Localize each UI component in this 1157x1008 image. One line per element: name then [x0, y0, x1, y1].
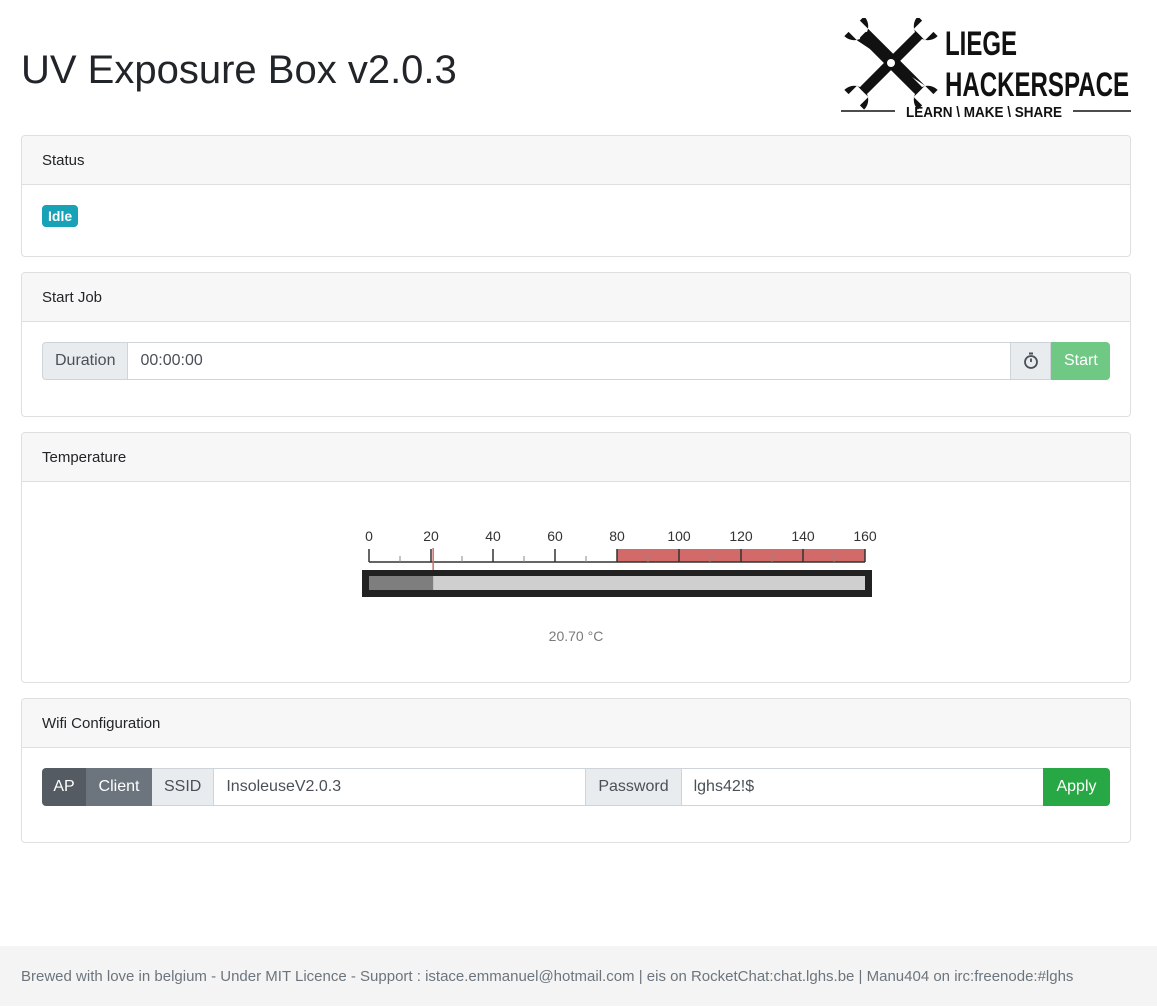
status-body: Idle: [22, 185, 1130, 247]
tick-label: 140: [791, 528, 815, 544]
tick-label: 80: [609, 528, 625, 544]
mode-ap-button[interactable]: AP: [42, 768, 86, 806]
tick-label: 0: [365, 528, 373, 544]
tick-label: 20: [423, 528, 439, 544]
stopwatch-icon: [1023, 352, 1038, 369]
timer-button[interactable]: [1010, 342, 1051, 380]
ssid-input[interactable]: [214, 768, 587, 806]
wifi-header: Wifi Configuration: [22, 699, 1130, 748]
hackerspace-logo: LIEGE HACKERSPACE LEARN \ MAKE \ SHARE: [841, 18, 1131, 121]
status-header: Status: [22, 136, 1130, 185]
bar-fill: [369, 576, 434, 590]
temperature-readout: 20.70 °C: [548, 628, 604, 644]
wifi-body: AP Client SSID Password Apply: [22, 748, 1130, 826]
logo-line2: HACKERSPACE: [945, 66, 1129, 104]
password-label: Password: [586, 768, 682, 806]
logo-line1: LIEGE: [945, 25, 1017, 63]
page-footer: Brewed with love in belgium - Under MIT …: [0, 946, 1157, 1006]
duration-label: Duration: [42, 342, 129, 380]
password-input[interactable]: [681, 768, 1043, 806]
duration-input[interactable]: [128, 342, 1010, 380]
start-job-header: Start Job: [22, 273, 1130, 322]
mode-client-button[interactable]: Client: [86, 768, 152, 806]
tools-icon: [844, 18, 938, 110]
page-header: UV Exposure Box v2.0.3 LIEGE HACKERSPACE: [21, 0, 1131, 135]
start-button[interactable]: Start: [1051, 342, 1110, 380]
status-badge: Idle: [42, 205, 79, 227]
ssid-label: SSID: [152, 768, 215, 806]
tick-label: 100: [667, 528, 691, 544]
status-card: Status Idle: [21, 135, 1131, 257]
wifi-card: Wifi Configuration AP Client SSID Passwo…: [21, 698, 1131, 843]
apply-button[interactable]: Apply: [1043, 768, 1110, 806]
start-job-card: Start Job Duration Start: [21, 272, 1131, 417]
tick-label: 120: [729, 528, 753, 544]
temperature-body: 0 20 40 60 80 100 120 140 160 20.70 °C: [22, 482, 1130, 682]
main-container: UV Exposure Box v2.0.3 LIEGE HACKERSPACE: [21, 0, 1131, 843]
temperature-gauge: 0 20 40 60 80 100 120 140 160: [362, 528, 877, 597]
page-title: UV Exposure Box v2.0.3: [21, 48, 457, 92]
tick-label: 160: [853, 528, 877, 544]
start-job-body: Duration Start: [22, 322, 1130, 400]
temperature-card: Temperature 0 20 40 60 80 100 120 140 160 20.70 …: [21, 432, 1131, 683]
temperature-header: Temperature: [22, 433, 1130, 482]
logo-tagline: LEARN \ MAKE \ SHARE: [906, 104, 1062, 121]
tick-label: 40: [485, 528, 501, 544]
bar-track: [369, 576, 865, 590]
tick-label: 60: [547, 528, 563, 544]
wifi-input-group: AP Client SSID Password Apply: [42, 768, 1110, 806]
duration-input-group: Duration Start: [42, 342, 1110, 380]
